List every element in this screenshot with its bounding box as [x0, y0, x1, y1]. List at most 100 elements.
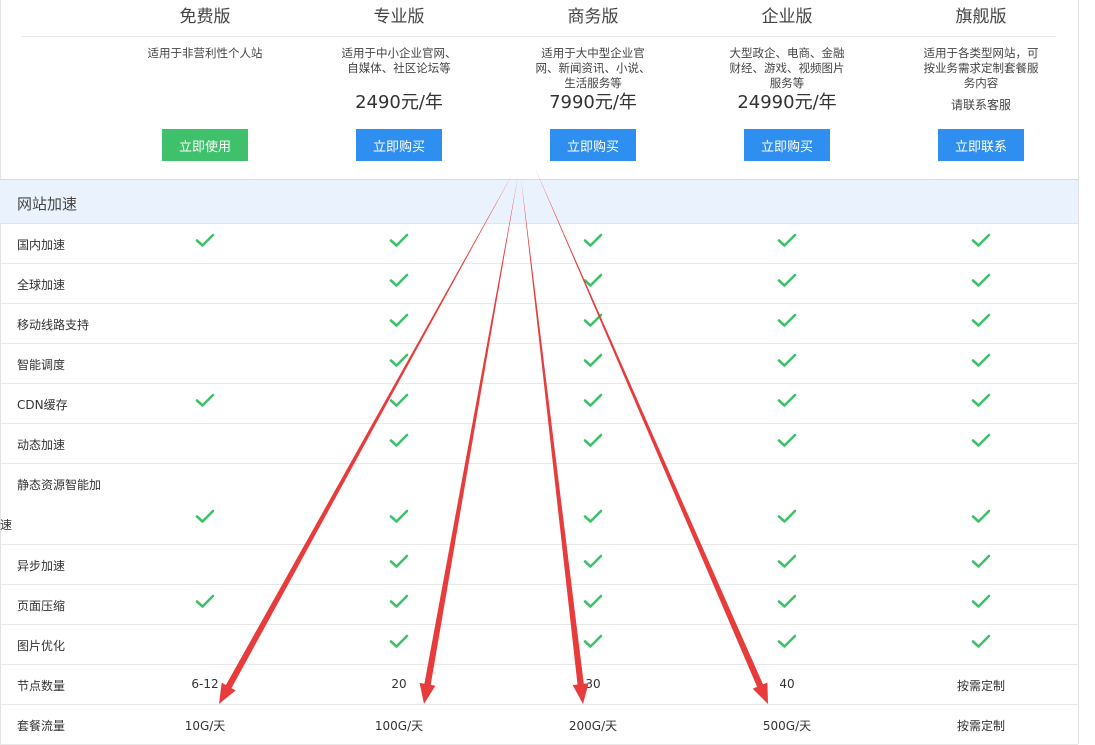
check-icon [379, 553, 419, 573]
plan-description-line: 务内容 [963, 76, 999, 90]
feature-label: CDN缓存 [17, 398, 68, 412]
plan-value-cell: 200G/天 [568, 719, 618, 733]
check-icon [573, 272, 613, 292]
plan-value-cell: 10G/天 [184, 719, 226, 733]
check-icon [185, 392, 225, 412]
plan-value-cell: 30 [585, 677, 601, 691]
check-icon [379, 392, 419, 412]
plan-action-button[interactable]: 立即购买 [356, 129, 442, 161]
check-icon [767, 392, 807, 412]
feature-label: 全球加速 [17, 278, 66, 292]
plan-description-line: 按业务需求定制套餐服 [923, 61, 1039, 75]
plan-price: 2490元/年 [355, 92, 443, 113]
plan-description: 适用于中小企业官网、 自媒体、社区论坛等 [319, 46, 479, 76]
plan-description-line: 适用于大中型企业官 [541, 46, 645, 60]
check-icon [573, 508, 613, 528]
plan-contact-text: 请联系客服 [950, 98, 1011, 112]
feature-row: 动态加速 [0, 424, 1078, 464]
plan-value-cell: 100G/天 [374, 719, 424, 733]
check-icon [767, 352, 807, 372]
feature-row: 全球加速 [0, 264, 1078, 304]
check-icon [961, 432, 1001, 452]
feature-label: 静态资源智能加 [17, 478, 102, 492]
check-icon [961, 633, 1001, 653]
check-icon [185, 593, 225, 613]
check-icon [767, 432, 807, 452]
plan-value-cell: 按需定制 [956, 719, 1005, 733]
plan-value-cell: 40 [779, 677, 795, 691]
check-icon [961, 272, 1001, 292]
plan-name: 专业版 [373, 7, 425, 27]
plan-header: 免费版适用于非营利性个人站立即使用 专业版适用于中小企业官网、 自媒体、社区论坛等 2… [0, 0, 1078, 180]
plan-value-cell: 6-12 [191, 677, 219, 691]
feature-row: 异步加速 [0, 545, 1078, 585]
feature-row: 国内加速 [0, 224, 1078, 264]
check-icon [961, 553, 1001, 573]
plan-name: 企业版 [761, 7, 813, 27]
plan-description: 适用于大中型企业官 网、新闻资讯、小说、 生活服务等 [513, 46, 673, 91]
check-icon [961, 312, 1001, 332]
check-icon [573, 633, 613, 653]
plan-action-button[interactable]: 立即联系 [938, 129, 1024, 161]
check-icon [961, 232, 1001, 252]
feature-row: CDN缓存 [0, 384, 1078, 424]
check-icon [961, 508, 1001, 528]
plan-action-button[interactable]: 立即购买 [550, 129, 636, 161]
check-icon [573, 232, 613, 252]
check-icon [961, 593, 1001, 613]
check-icon [767, 553, 807, 573]
feature-label: 节点数量 [17, 679, 66, 693]
check-icon [573, 553, 613, 573]
check-icon [767, 508, 807, 528]
feature-label: 页面压缩 [17, 599, 66, 613]
check-icon [185, 232, 225, 252]
plan-value-cell: 按需定制 [956, 679, 1005, 693]
check-icon [573, 432, 613, 452]
check-icon [767, 633, 807, 653]
plan-action-button[interactable]: 立即使用 [162, 129, 248, 161]
section-title: 网站加速 [17, 195, 78, 213]
plan-description: 适用于非营利性个人站 [125, 46, 285, 61]
feature-row: 智能调度 [0, 344, 1078, 384]
section-website-acceleration: 网站加速 [0, 180, 1078, 224]
check-icon [185, 508, 225, 528]
feature-row: 静态资源智能加速 [0, 464, 1078, 545]
check-icon [379, 352, 419, 372]
plan-description-line: 自媒体、社区论坛等 [347, 61, 451, 75]
plan-description: 大型政企、电商、金融 财经、游戏、视频图片 服务等 [707, 46, 867, 91]
value-row: 节点数量 6-12 20 30 40 按需定制 [0, 665, 1078, 705]
check-icon [767, 593, 807, 613]
plan-description: 适用于各类型网站，可 按业务需求定制套餐服 务内容 [901, 46, 1061, 91]
plan-description-line: 网、新闻资讯、小说、 [535, 61, 651, 75]
pricing-comparison-page: 免费版适用于非营利性个人站立即使用 专业版适用于中小企业官网、 自媒体、社区论坛等 2… [0, 0, 1095, 745]
check-icon [379, 432, 419, 452]
check-icon [961, 392, 1001, 412]
check-icon [573, 352, 613, 372]
plan-action-button[interactable]: 立即购买 [744, 129, 830, 161]
plan-name: 免费版 [179, 7, 231, 27]
plan-value-cell: 500G/天 [762, 719, 812, 733]
feature-label: 动态加速 [17, 438, 66, 452]
check-icon [961, 352, 1001, 372]
plan-value-cell: 20 [391, 677, 407, 691]
feature-row: 图片优化 [0, 625, 1078, 665]
feature-label: 移动线路支持 [17, 318, 90, 332]
feature-row: 移动线路支持 [0, 304, 1078, 344]
check-icon [379, 232, 419, 252]
check-icon [379, 633, 419, 653]
feature-label-wrap: 速 [0, 518, 13, 532]
check-icon [379, 593, 419, 613]
check-icon [767, 312, 807, 332]
plan-description-line: 适用于非营利性个人站 [147, 46, 263, 60]
feature-label: 异步加速 [17, 559, 66, 573]
feature-label: 国内加速 [17, 238, 66, 252]
feature-label: 智能调度 [17, 358, 66, 372]
check-icon [379, 312, 419, 332]
header-divider [22, 36, 1056, 37]
check-icon [573, 312, 613, 332]
value-row: 套餐流量 10G/天 100G/天 200G/天 500G/天 按需定制 [0, 705, 1078, 745]
plan-price: 7990元/年 [549, 92, 637, 113]
check-icon [767, 272, 807, 292]
plan-description-line: 大型政企、电商、金融 [729, 46, 845, 60]
check-icon [573, 392, 613, 412]
